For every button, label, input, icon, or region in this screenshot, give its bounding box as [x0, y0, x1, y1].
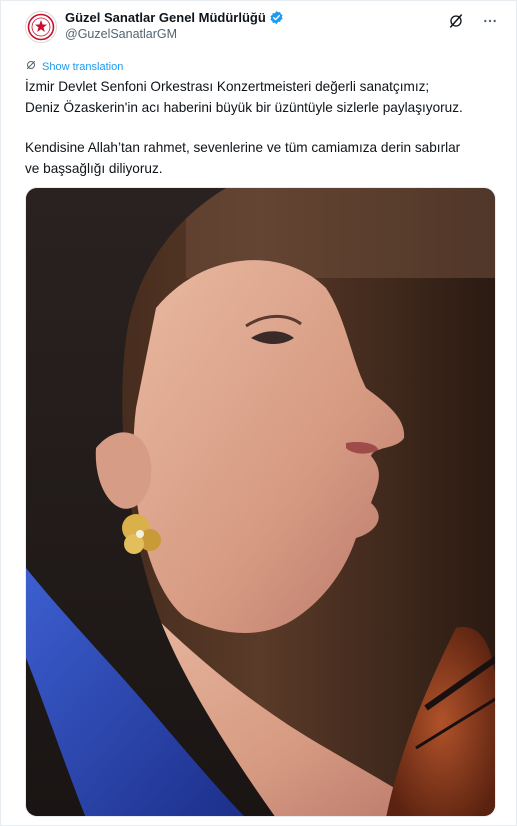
author-display-name[interactable]: Güzel Sanatlar Genel Müdürlüğü [65, 9, 266, 26]
header-actions [446, 9, 500, 31]
show-translation-label[interactable]: Show translation [42, 61, 123, 73]
author-handle[interactable]: @GuzelSanatlarGM [65, 26, 284, 43]
tweet-card: Güzel Sanatlar Genel Müdürlüğü @GuzelSan… [0, 0, 517, 826]
portrait-photo-image [26, 188, 495, 816]
show-translation-link[interactable]: Show translation [25, 58, 123, 76]
ministry-seal-icon [27, 13, 55, 41]
tweet-text: İzmir Devlet Senfoni Orkestrası Konzertm… [25, 77, 505, 179]
tweet-line: İzmir Devlet Senfoni Orkestrası Konzertm… [25, 79, 430, 94]
tweet-line: Deniz Özaskerin'in acı haberini büyük bi… [25, 99, 463, 115]
avatar[interactable] [25, 11, 57, 43]
tweet-line: Kendisine Allah’tan rahmet, sevenlerine … [25, 140, 461, 155]
translate-icon [25, 58, 37, 76]
tweet-header: Güzel Sanatlar Genel Müdürlüğü @GuzelSan… [25, 9, 500, 45]
tweet-line: ve başsağlığı diliyoruz. [25, 160, 163, 176]
verified-badge-icon[interactable] [269, 10, 284, 25]
author-names: Güzel Sanatlar Genel Müdürlüğü @GuzelSan… [65, 9, 284, 43]
more-icon[interactable] [480, 11, 500, 31]
grok-icon[interactable] [446, 11, 466, 31]
name-row: Güzel Sanatlar Genel Müdürlüğü [65, 9, 284, 26]
tweet-photo[interactable] [25, 187, 496, 817]
